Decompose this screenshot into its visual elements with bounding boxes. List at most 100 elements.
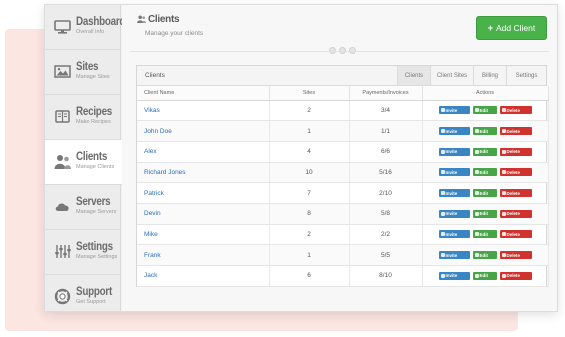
payments-invoices: 2/2 (349, 224, 423, 246)
invite-button[interactable]: Invite (438, 127, 470, 136)
invite-button[interactable]: Invite (438, 189, 470, 198)
sidebar-item-clients[interactable]: Clients Manage Clients (45, 140, 123, 185)
sidebar-item-recipes[interactable]: Recipes Make Recipes (45, 95, 120, 140)
invite-button-label: Invite (445, 273, 458, 279)
actions-cell: Invite Edit Delete (422, 162, 549, 184)
edit-button-label: Edit (479, 107, 489, 113)
lifebuoy-icon (54, 288, 71, 305)
mail-icon (440, 191, 445, 196)
edit-button[interactable]: Edit (472, 127, 497, 136)
users-icon (54, 153, 71, 170)
delete-button[interactable]: Delete (499, 147, 532, 156)
row-actions: Invite Edit Delete (423, 127, 548, 136)
actions-cell: Invite Edit Delete (422, 203, 549, 225)
client-name-link[interactable]: Vikas (137, 100, 270, 122)
sidebar-item-label: Settings (76, 239, 113, 253)
invite-button[interactable]: Invite (438, 271, 470, 280)
edit-button-label: Edit (479, 211, 489, 217)
panel-tabs: Clients Client Sites Billing Settings (397, 66, 546, 85)
delete-button-label: Delete (506, 149, 521, 155)
table-row: Devin 8 5/8 Invite Edit Delete (137, 203, 549, 225)
sidebar-item-sublabel: Make Recipes (76, 119, 111, 125)
actions-cell: Invite Edit Delete (422, 182, 549, 204)
tab-settings[interactable]: Settings (506, 66, 546, 85)
table-row: Frank 1 5/5 Invite Edit Delete (137, 244, 549, 266)
delete-button[interactable]: Delete (499, 106, 532, 115)
actions-cell: Invite Edit Delete (422, 244, 549, 266)
plus-icon: + (487, 23, 494, 33)
client-name-link[interactable]: Patrick (137, 182, 270, 204)
page-header: Clients Manage your clients + Add Client (122, 5, 557, 55)
add-client-label: Add Client (496, 23, 536, 33)
app-window: Dashboard Overall Info Sites Manage Sites Re… (44, 4, 558, 312)
book-icon (54, 108, 71, 125)
sites-count: 10 (269, 162, 350, 184)
client-name-link[interactable]: Alex (137, 141, 270, 163)
mail-icon (440, 129, 445, 134)
sites-count: 4 (269, 141, 350, 163)
edit-button[interactable]: Edit (472, 106, 497, 115)
sidebar-item-settings[interactable]: Settings Manage Settings (45, 230, 120, 275)
delete-button[interactable]: Delete (499, 230, 532, 239)
column-header-actions: Actions (422, 86, 549, 101)
client-name-link[interactable]: Devin (137, 203, 270, 225)
actions-cell: Invite Edit Delete (422, 100, 549, 122)
delete-button-label: Delete (506, 190, 521, 196)
invite-button[interactable]: Invite (438, 106, 470, 115)
edit-button[interactable]: Edit (472, 271, 497, 280)
edit-button[interactable]: Edit (472, 251, 497, 260)
tab-clients[interactable]: Clients (397, 66, 430, 85)
sidebar-item-sites[interactable]: Sites Manage Sites (45, 50, 120, 95)
mail-icon (440, 170, 445, 175)
sites-count: 7 (269, 182, 350, 204)
table-body: Vikas 2 3/4 Invite Edit Delete John Doe 1 1/1 Inv… (137, 100, 549, 287)
sidebar-item-servers[interactable]: Servers Manage Servers (45, 185, 120, 230)
table-row: John Doe 1 1/1 Invite Edit Delete (137, 120, 549, 142)
edit-button[interactable]: Edit (472, 230, 497, 239)
screenshot-stage: Dashboard Overall Info Sites Manage Sites Re… (0, 0, 565, 337)
delete-button[interactable]: Delete (499, 189, 532, 198)
client-name-link[interactable]: Richard Jones (137, 162, 270, 184)
add-client-button[interactable]: + Add Client (476, 16, 547, 40)
edit-icon (474, 253, 479, 258)
mail-icon (440, 108, 445, 113)
edit-icon (474, 108, 479, 113)
invite-button[interactable]: Invite (438, 147, 470, 156)
edit-button[interactable]: Edit (472, 147, 497, 156)
tab-client-sites[interactable]: Client Sites (430, 66, 473, 85)
invite-button[interactable]: Invite (438, 209, 470, 218)
edit-button[interactable]: Edit (472, 189, 497, 198)
edit-button-label: Edit (479, 128, 489, 134)
client-name-link[interactable]: John Doe (137, 120, 270, 142)
sidebar-item-support[interactable]: Support Get Support (45, 275, 120, 311)
delete-button[interactable]: Delete (499, 168, 532, 177)
delete-button[interactable]: Delete (499, 209, 532, 218)
row-actions: Invite Edit Delete (423, 189, 548, 198)
edit-icon (474, 149, 479, 154)
page-subtitle: Manage your clients (145, 30, 204, 37)
invite-button-label: Invite (445, 169, 458, 175)
delete-button[interactable]: Delete (499, 127, 532, 136)
table-header-row: Client Name Sites Payments/Invoices Actions (137, 86, 549, 101)
client-name-link[interactable]: Mike (137, 224, 270, 246)
delete-button[interactable]: Delete (499, 271, 532, 280)
edit-button[interactable]: Edit (472, 209, 497, 218)
column-header-client-name: Client Name (137, 86, 270, 101)
delete-button[interactable]: Delete (499, 251, 532, 260)
client-name-link[interactable]: Jack (137, 265, 270, 287)
table-row: Patrick 7 2/10 Invite Edit Delete (137, 182, 549, 204)
sites-count: 1 (269, 120, 350, 142)
tab-billing[interactable]: Billing (473, 66, 506, 85)
close-icon (501, 149, 506, 154)
sidebar-item-label: Support (76, 284, 112, 298)
invite-button[interactable]: Invite (438, 168, 470, 177)
client-name-link[interactable]: Frank (137, 244, 270, 266)
sidebar-item-sublabel: Manage Settings (76, 254, 118, 260)
mail-icon (440, 211, 445, 216)
table-row: Jack 6 8/10 Invite Edit Delete (137, 265, 549, 287)
sidebar-item-dashboard[interactable]: Dashboard Overall Info (45, 5, 125, 50)
edit-button[interactable]: Edit (472, 168, 497, 177)
invite-button[interactable]: Invite (438, 251, 470, 260)
invite-button[interactable]: Invite (438, 230, 470, 239)
row-actions: Invite Edit Delete (423, 230, 548, 239)
